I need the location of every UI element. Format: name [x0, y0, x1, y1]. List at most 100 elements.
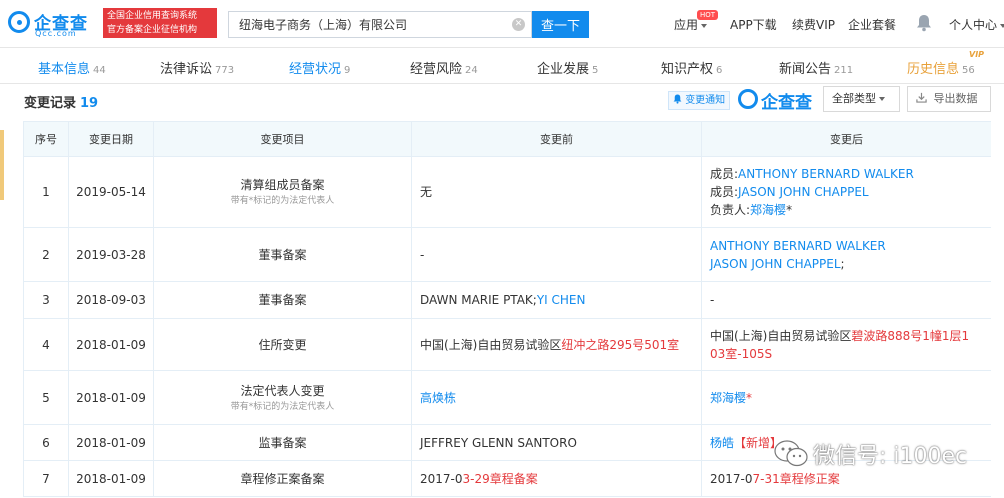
change-notify-label: 变更通知 — [685, 95, 726, 106]
type-filter-select[interactable]: 全部类型 — [823, 86, 900, 112]
doc-diff: 章程备案 — [489, 471, 538, 486]
col-header-after: 变更后 — [701, 121, 991, 157]
nav-app-download[interactable]: APP下载 — [730, 16, 777, 33]
qcc-logo[interactable]: 企查查 Qcc.com — [8, 9, 100, 39]
person-link[interactable]: 杨皓 — [710, 436, 734, 450]
cell-item: 董事备案 — [153, 227, 412, 282]
nav-enterprise-package[interactable]: 企业套餐 — [848, 16, 896, 33]
section-count: 19 — [80, 96, 99, 111]
tab-count: 44 — [93, 65, 106, 76]
bell-icon[interactable] — [916, 14, 932, 32]
col-header-date: 变更日期 — [68, 121, 154, 157]
cell-date: 2018-01-09 — [68, 460, 154, 497]
person-link[interactable]: ANTHONY BERNARD WALKER — [710, 239, 886, 253]
tab-count: 211 — [834, 65, 854, 76]
person-link[interactable]: JASON JOHN CHAPPEL — [710, 257, 841, 271]
cell-date: 2018-09-03 — [68, 281, 154, 319]
after-line: 成员:JASON JOHN CHAPPEL — [710, 183, 985, 201]
date-text: 2017-0 — [420, 471, 463, 486]
after-line: JASON JOHN CHAPPEL; — [710, 255, 985, 273]
person-link[interactable]: 高焕栋 — [420, 391, 456, 405]
after-line: ANTHONY BERNARD WALKER — [710, 237, 985, 255]
cell-date: 2019-03-28 — [68, 227, 154, 282]
tab-label: 法律诉讼 — [160, 62, 213, 77]
item-label: 法定代表人变更 — [240, 383, 325, 398]
cell-no: 6 — [23, 424, 69, 461]
table-row: 5 2018-01-09 法定代表人变更 带有*标记的为法定代表人 高焕栋 郑海… — [23, 370, 991, 425]
cell-before: DAWN MARIE PTAK;YI CHEN — [411, 281, 702, 319]
legal-rep-star: * — [746, 390, 753, 405]
top-header: 企查查 Qcc.com 全国企业信用查询系统 官方备案企业征信机构 ✕ 查一下 … — [0, 0, 1004, 48]
tab-label: 经营状况 — [289, 62, 342, 77]
cell-before: JEFFREY GLENN SANTORO — [411, 424, 702, 461]
leader-prefix: 负责人: — [710, 203, 751, 217]
person-link[interactable]: YI CHEN — [537, 293, 586, 307]
cell-item: 董事备案 — [153, 281, 412, 319]
legal-rep-note: 带有*标记的为法定代表人 — [230, 401, 335, 412]
hot-badge: HOT — [697, 10, 719, 20]
tab-count: 24 — [465, 65, 478, 76]
qcc-logo-icon — [738, 89, 758, 109]
tab-label: 新闻公告 — [779, 62, 832, 77]
search-input[interactable] — [229, 12, 509, 37]
tab-count: 773 — [215, 65, 235, 76]
credit-badge-line1: 全国企业信用查询系统 — [107, 11, 198, 21]
tab-ip[interactable]: 知识产权 6 — [661, 58, 722, 77]
cell-no: 5 — [23, 370, 69, 425]
tab-operations[interactable]: 经营状况 9 — [289, 58, 350, 77]
export-data-button[interactable]: 导出数据 — [907, 86, 991, 112]
item-label: 清算组成员备案 — [240, 178, 325, 192]
watermark-text: 微信号: i100ec — [813, 444, 968, 469]
nav-renew-vip[interactable]: 续费VIP — [792, 16, 835, 33]
search-button[interactable]: 查一下 — [532, 11, 589, 38]
person-link[interactable]: 郑海樱 — [710, 391, 746, 405]
col-header-before: 变更前 — [411, 121, 702, 157]
after-line: 03室-105S — [710, 345, 985, 363]
tab-label: 企业发展 — [537, 62, 590, 77]
after-line: 成员:ANTHONY BERNARD WALKER — [710, 165, 985, 183]
cell-date: 2018-01-09 — [68, 318, 154, 371]
after-line: 中国(上海)自由贸易试验区碧波路888号1幢1层1 — [710, 327, 985, 345]
col-header-item: 变更项目 — [153, 121, 412, 157]
person-link[interactable]: ANTHONY BERNARD WALKER — [738, 167, 914, 181]
export-data-label: 导出数据 — [933, 92, 978, 105]
tab-history[interactable]: 历史信息 56 — [907, 58, 975, 77]
tab-count: 5 — [592, 65, 599, 76]
section-title-label: 变更记录 — [24, 96, 77, 111]
person-link[interactable]: 郑海樱 — [750, 203, 786, 217]
chevron-down-icon — [879, 97, 885, 101]
member-prefix: 成员: — [710, 185, 739, 199]
address-text: 中国(上海)自由贸易试验区 — [420, 337, 562, 352]
qcc-logo-icon — [8, 11, 30, 33]
tab-risk[interactable]: 经营风险 24 — [410, 58, 478, 77]
download-icon — [916, 92, 927, 103]
cell-before: 中国(上海)自由贸易试验区纽冲之路295号501室 — [411, 318, 702, 371]
cell-no: 3 — [23, 281, 69, 319]
nav-user-center-label: 个人中心 — [949, 18, 998, 32]
person-link[interactable]: JASON JOHN CHAPPEL — [738, 185, 869, 199]
person-text: DAWN MARIE PTAK; — [420, 293, 537, 307]
left-edge-decor — [0, 130, 4, 200]
nav-app-label: 应用 — [674, 18, 699, 32]
change-notify-button[interactable]: 变更通知 — [668, 91, 730, 110]
separator: ; — [840, 256, 845, 271]
cell-date: 2018-01-09 — [68, 370, 154, 425]
cell-item: 章程修正案备案 — [153, 460, 412, 497]
tab-news[interactable]: 新闻公告 211 — [779, 58, 853, 77]
bell-icon — [673, 94, 682, 104]
tab-development[interactable]: 企业发展 5 — [537, 58, 598, 77]
cell-no: 1 — [23, 156, 69, 228]
tab-count: 9 — [344, 65, 351, 76]
cell-after: - — [701, 281, 991, 319]
tab-count: 6 — [716, 65, 723, 76]
clear-icon[interactable]: ✕ — [512, 18, 525, 31]
date-diff: 3-29 — [462, 471, 490, 486]
nav-user-center[interactable]: 个人中心 — [949, 16, 1004, 33]
tab-basic-info[interactable]: 基本信息 44 — [38, 58, 106, 77]
tab-legal[interactable]: 法律诉讼 773 — [160, 58, 234, 77]
chevron-down-icon — [1000, 23, 1004, 28]
legal-rep-star: * — [786, 203, 793, 217]
vip-tag: VIP — [969, 50, 985, 59]
cell-no: 2 — [23, 227, 69, 282]
table-row: 3 2018-09-03 董事备案 DAWN MARIE PTAK;YI CHE… — [23, 281, 991, 319]
